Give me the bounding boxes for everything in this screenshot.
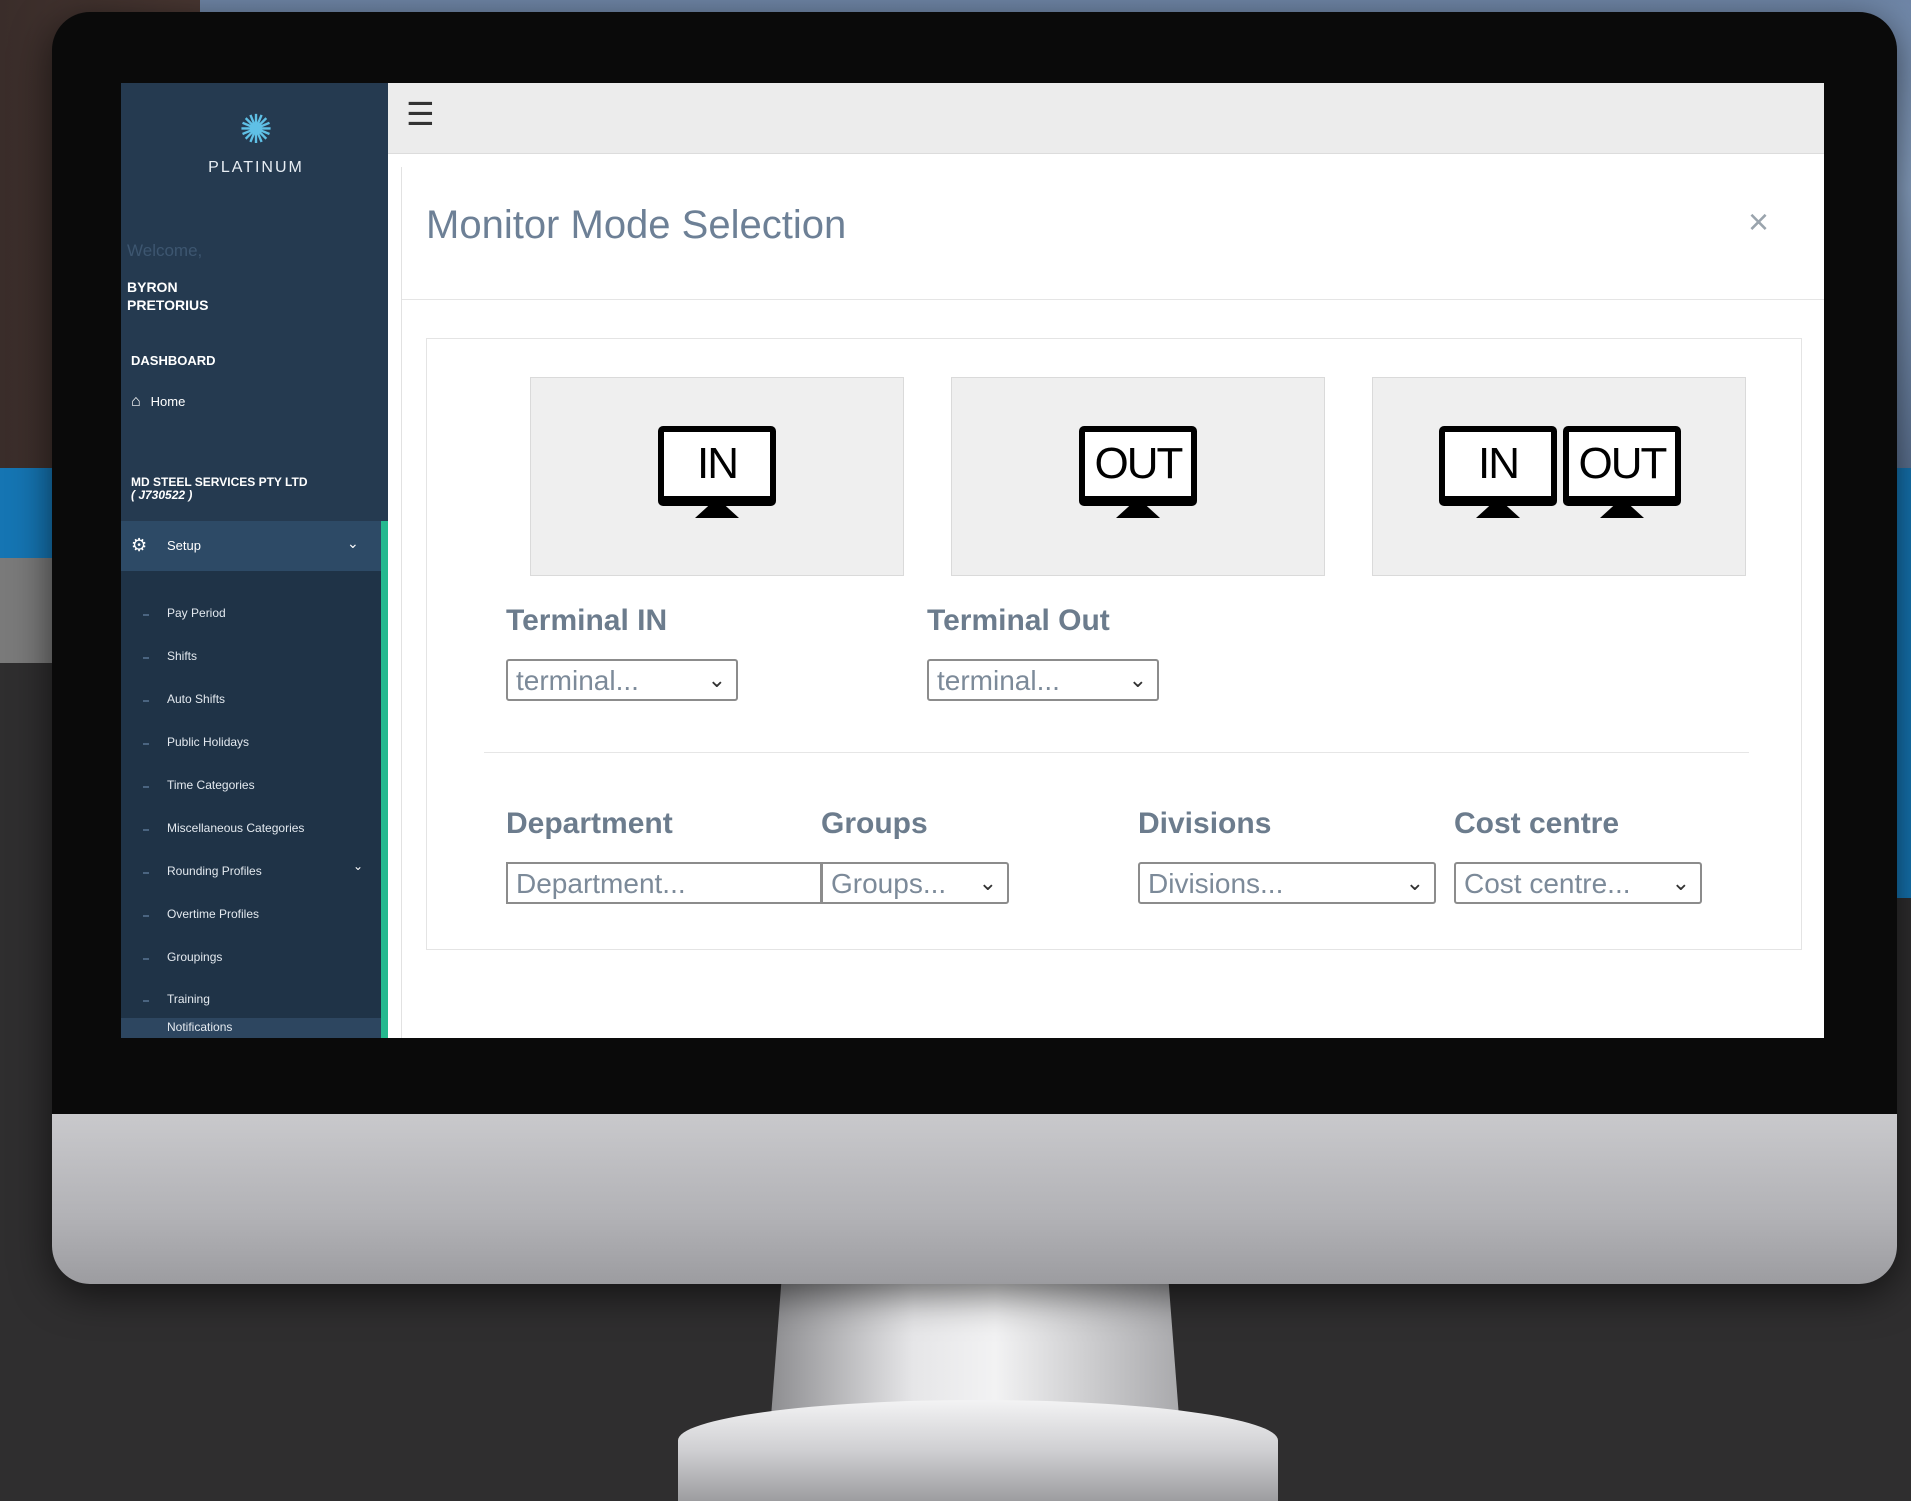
home-icon: ⌂ [131, 393, 141, 410]
terminal-in-label: Terminal IN [506, 604, 668, 637]
monitor-bezel: OUT [1079, 426, 1197, 506]
submenu-bullet [143, 958, 149, 960]
monitor-foot [695, 506, 739, 518]
user-last-name: PRETORIUS [127, 297, 209, 313]
submenu-bullet [143, 1000, 149, 1002]
dialog-header-divider [402, 299, 1824, 300]
submenu-item-notifications[interactable]: Notifications [167, 1020, 232, 1034]
terminal-in-select[interactable]: terminal... ⌄ [506, 659, 738, 701]
chevron-down-icon: ⌄ [347, 535, 359, 551]
submenu-item-shifts[interactable]: Shifts [167, 649, 197, 663]
cost-centre-label: Cost centre [1454, 807, 1620, 840]
groups-value: Groups... [831, 868, 947, 899]
department-input[interactable]: Department... [506, 862, 822, 904]
department-placeholder: Department... [516, 868, 686, 899]
divisions-value: Divisions... [1148, 868, 1284, 899]
terminal-out-select[interactable]: terminal... ⌄ [927, 659, 1159, 701]
submenu-item-miscellaneous-categories[interactable]: Miscellaneous Categories [167, 821, 304, 835]
logo-mark-icon: ✺ [239, 108, 273, 152]
submenu-bullet [143, 829, 149, 831]
chevron-down-icon: ⌄ [1405, 870, 1424, 895]
sidebar-accent-bar [381, 521, 388, 1038]
hamburger-icon[interactable]: ☰ [406, 95, 435, 133]
monitor-label: IN [664, 432, 770, 496]
logo-text: PLATINUM [208, 159, 304, 176]
sidebar-item-setup[interactable]: ⚙ Setup ⌄ [121, 521, 388, 571]
company-info: MD STEEL SERVICES PTY LTD ( J730522 ) [131, 476, 371, 502]
sidebar-item-home-label: Home [150, 394, 186, 409]
submenu-bullet [143, 915, 149, 917]
monitor-foot [1600, 506, 1644, 518]
setup-submenu [121, 571, 381, 1038]
section-divider [484, 752, 1749, 753]
sidebar-item-home[interactable]: ⌂ Home [131, 393, 185, 411]
groups-label: Groups [821, 807, 928, 840]
submenu-item-pay-period[interactable]: Pay Period [167, 606, 226, 620]
groups-select[interactable]: Groups... ⌄ [821, 862, 1009, 904]
chevron-down-icon: ⌄ [1128, 667, 1147, 692]
cost-centre-select[interactable]: Cost centre... ⌄ [1454, 862, 1702, 904]
company-code: ( J730522 ) [131, 488, 193, 502]
close-icon[interactable]: × [1748, 201, 1769, 243]
submenu-item-training[interactable]: Training [167, 992, 210, 1006]
monitor-label: IN [1445, 432, 1551, 496]
app-screen: ✺ PLATINUM Welcome, BYRON PRETORIUS DASH… [121, 83, 1824, 1038]
welcome-text: Welcome, [127, 241, 203, 260]
submenu-bullet [143, 872, 149, 874]
terminal-out-value: terminal... [937, 665, 1060, 696]
top-bar: ☰ [388, 83, 1824, 154]
monitor-bezel: IN [658, 426, 776, 506]
sidebar: ✺ PLATINUM Welcome, BYRON PRETORIUS DASH… [121, 83, 388, 1038]
monitor-bezel: OUT [1563, 426, 1681, 506]
submenu-bullet [143, 700, 149, 702]
dialog-title: Monitor Mode Selection [426, 203, 847, 247]
monitor-foot [1116, 506, 1160, 518]
chevron-down-icon: ⌄ [1671, 870, 1690, 895]
submenu-bullet [143, 743, 149, 745]
monitor-chin [52, 1114, 1897, 1284]
monitor-label: OUT [1569, 432, 1675, 496]
monitor-in-icon: IN [1439, 426, 1557, 518]
submenu-bullet [143, 786, 149, 788]
cost-centre-value: Cost centre... [1464, 868, 1631, 899]
monitor-mode-dialog: Monitor Mode Selection × IN OUT IN OUT T… [401, 167, 1824, 1038]
user-name: BYRON PRETORIUS [127, 278, 277, 314]
submenu-item-rounding-profiles[interactable]: Rounding Profiles [167, 864, 262, 878]
mode-option-out[interactable]: OUT [951, 377, 1325, 576]
logo: ✺ PLATINUM [181, 107, 331, 177]
submenu-bullet [143, 614, 149, 616]
dialog-panel: IN OUT IN OUT Terminal IN terminal... ⌄ … [426, 338, 1802, 950]
chevron-down-icon: ⌄ [353, 859, 364, 873]
dashboard-heading: DASHBOARD [131, 353, 216, 368]
terminal-out-label: Terminal Out [927, 604, 1110, 637]
sidebar-item-setup-label: Setup [167, 538, 201, 553]
user-first-name: BYRON [127, 279, 178, 295]
divisions-select[interactable]: Divisions... ⌄ [1138, 862, 1436, 904]
monitor-bezel: IN [1439, 426, 1557, 506]
submenu-bullet [143, 657, 149, 659]
mode-option-in[interactable]: IN [530, 377, 904, 576]
submenu-item-groupings[interactable]: Groupings [167, 950, 222, 964]
monitor-out-icon: OUT [1079, 426, 1197, 518]
gears-icon: ⚙ [131, 535, 148, 555]
submenu-item-public-holidays[interactable]: Public Holidays [167, 735, 249, 749]
chevron-down-icon: ⌄ [978, 870, 997, 895]
terminal-in-value: terminal... [516, 665, 639, 696]
monitor-label: OUT [1085, 432, 1191, 496]
monitor-stand-base [678, 1400, 1278, 1501]
submenu-item-auto-shifts[interactable]: Auto Shifts [167, 692, 225, 706]
divisions-label: Divisions [1138, 807, 1272, 840]
submenu-item-overtime-profiles[interactable]: Overtime Profiles [167, 907, 259, 921]
monitor-in-icon: IN [658, 426, 776, 518]
monitor-out-icon: OUT [1563, 426, 1681, 518]
mode-option-in-out[interactable]: IN OUT [1372, 377, 1746, 576]
monitor-frame: ✺ PLATINUM Welcome, BYRON PRETORIUS DASH… [52, 12, 1897, 1284]
background-grey-panel-left [0, 558, 60, 663]
submenu-item-time-categories[interactable]: Time Categories [167, 778, 255, 792]
monitor-foot [1476, 506, 1520, 518]
submenu-active-highlight [121, 1018, 381, 1038]
department-label: Department [506, 807, 673, 840]
chevron-down-icon: ⌄ [707, 667, 726, 692]
